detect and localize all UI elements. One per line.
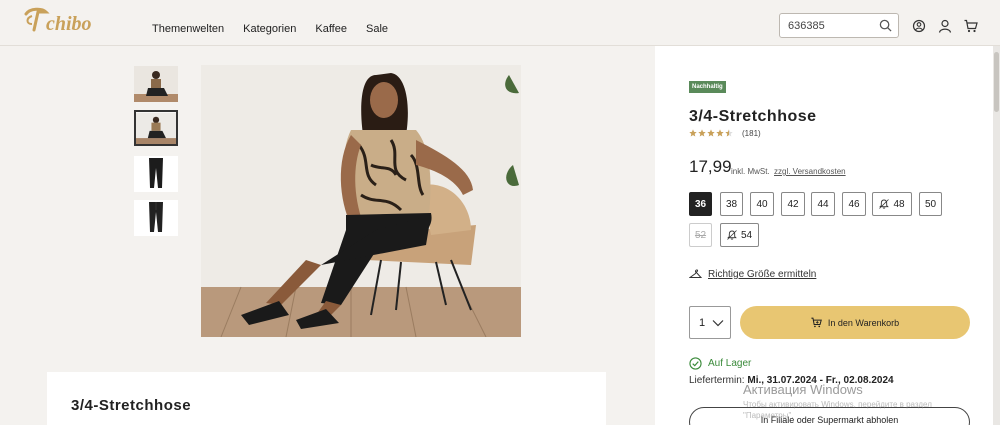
star-icon [716,129,724,137]
chevron-down-icon [712,320,724,327]
delivery-prefix: Liefertermin: [689,375,745,386]
size-label: 52 [694,229,707,241]
windows-activation-subtitle: Чтобы активировать Windows, перейдите в … [743,400,932,420]
add-to-cart-button[interactable]: In den Warenkorb [740,306,970,339]
size-label: 38 [725,198,738,210]
price: 17,99 [689,157,732,176]
size-label: 40 [756,198,768,210]
size-label: 46 [848,198,860,210]
gallery-thumbnail-3[interactable] [134,156,178,192]
notify-bell-icon [727,230,737,240]
search-icon[interactable] [879,19,892,32]
rating-count[interactable]: (181) [742,129,761,138]
size-option-36[interactable]: 36 [689,192,712,216]
stock-status: Auf Lager [689,357,751,370]
account-icon[interactable] [938,19,952,33]
size-label: 42 [787,198,799,210]
size-label: 44 [817,198,829,210]
main-nav: Themenwelten Kategorien Kaffee Sale [152,23,407,35]
scrollbar[interactable] [993,46,1000,425]
cart-icon[interactable] [964,19,978,33]
product-title: 3/4-Stretchhose [689,108,817,125]
check-circle-icon [689,357,702,370]
size-label: 36 [694,198,707,210]
size-option-46[interactable]: 46 [842,192,866,216]
size-option-52[interactable]: 52 [689,223,712,247]
description-title: 3/4-Stretchhose [71,397,192,414]
star-icon [698,129,706,137]
hanger-icon [689,269,702,278]
sustainability-badge: Nachhaltig [689,81,726,93]
gallery-thumbnail-1[interactable] [134,66,178,102]
size-finder-link[interactable]: Richtige Größe ermitteln [689,268,816,280]
svg-text:chibo: chibo [46,13,92,35]
add-to-cart-label: In den Warenkorb [827,317,900,328]
gallery-thumbnail-4[interactable] [134,200,178,236]
site-header: chibo Themenwelten Kategorien Kaffee Sal… [0,0,1000,46]
nav-item-sale[interactable]: Sale [366,23,388,35]
nav-item-themenwelten[interactable]: Themenwelten [152,23,224,35]
size-option-42[interactable]: 42 [781,192,805,216]
gallery-thumbnail-2[interactable] [134,110,178,146]
rating-stars[interactable] [689,129,733,137]
size-option-50[interactable]: 50 [919,192,942,216]
stock-label: Auf Lager [708,358,752,369]
nav-item-kategorien[interactable]: Kategorien [243,23,296,35]
star-icon [689,129,697,137]
star-icon [707,129,715,137]
size-option-54[interactable]: 54 [720,223,759,247]
shipping-costs-link[interactable]: zzgl. Versandkosten [774,167,846,176]
size-option-48[interactable]: 48 [872,192,912,216]
tchibo-logo[interactable]: chibo [22,6,132,36]
store-locator-icon[interactable] [912,19,926,33]
size-finder-label: Richtige Größe ermitteln [708,268,817,280]
search-input[interactable] [788,18,878,34]
main-product-image[interactable] [201,65,521,337]
quantity-value: 1 [699,317,706,329]
size-label: 48 [893,198,905,210]
cart-plus-icon [811,317,822,328]
search-box [779,13,899,38]
windows-activation-title: Активация Windows [743,382,863,397]
notify-bell-icon [879,199,890,209]
size-label: 54 [740,229,753,241]
size-option-40[interactable]: 40 [750,192,774,216]
size-option-38[interactable]: 38 [720,192,743,216]
quantity-select[interactable]: 1 [689,306,731,339]
size-label: 50 [924,198,937,210]
nav-item-kaffee[interactable]: Kaffee [315,23,347,35]
half-star-icon [725,129,733,137]
price-tax-note: inkl. MwSt. [731,167,770,176]
size-option-44[interactable]: 44 [811,192,835,216]
scrollbar-thumb[interactable] [994,52,999,112]
